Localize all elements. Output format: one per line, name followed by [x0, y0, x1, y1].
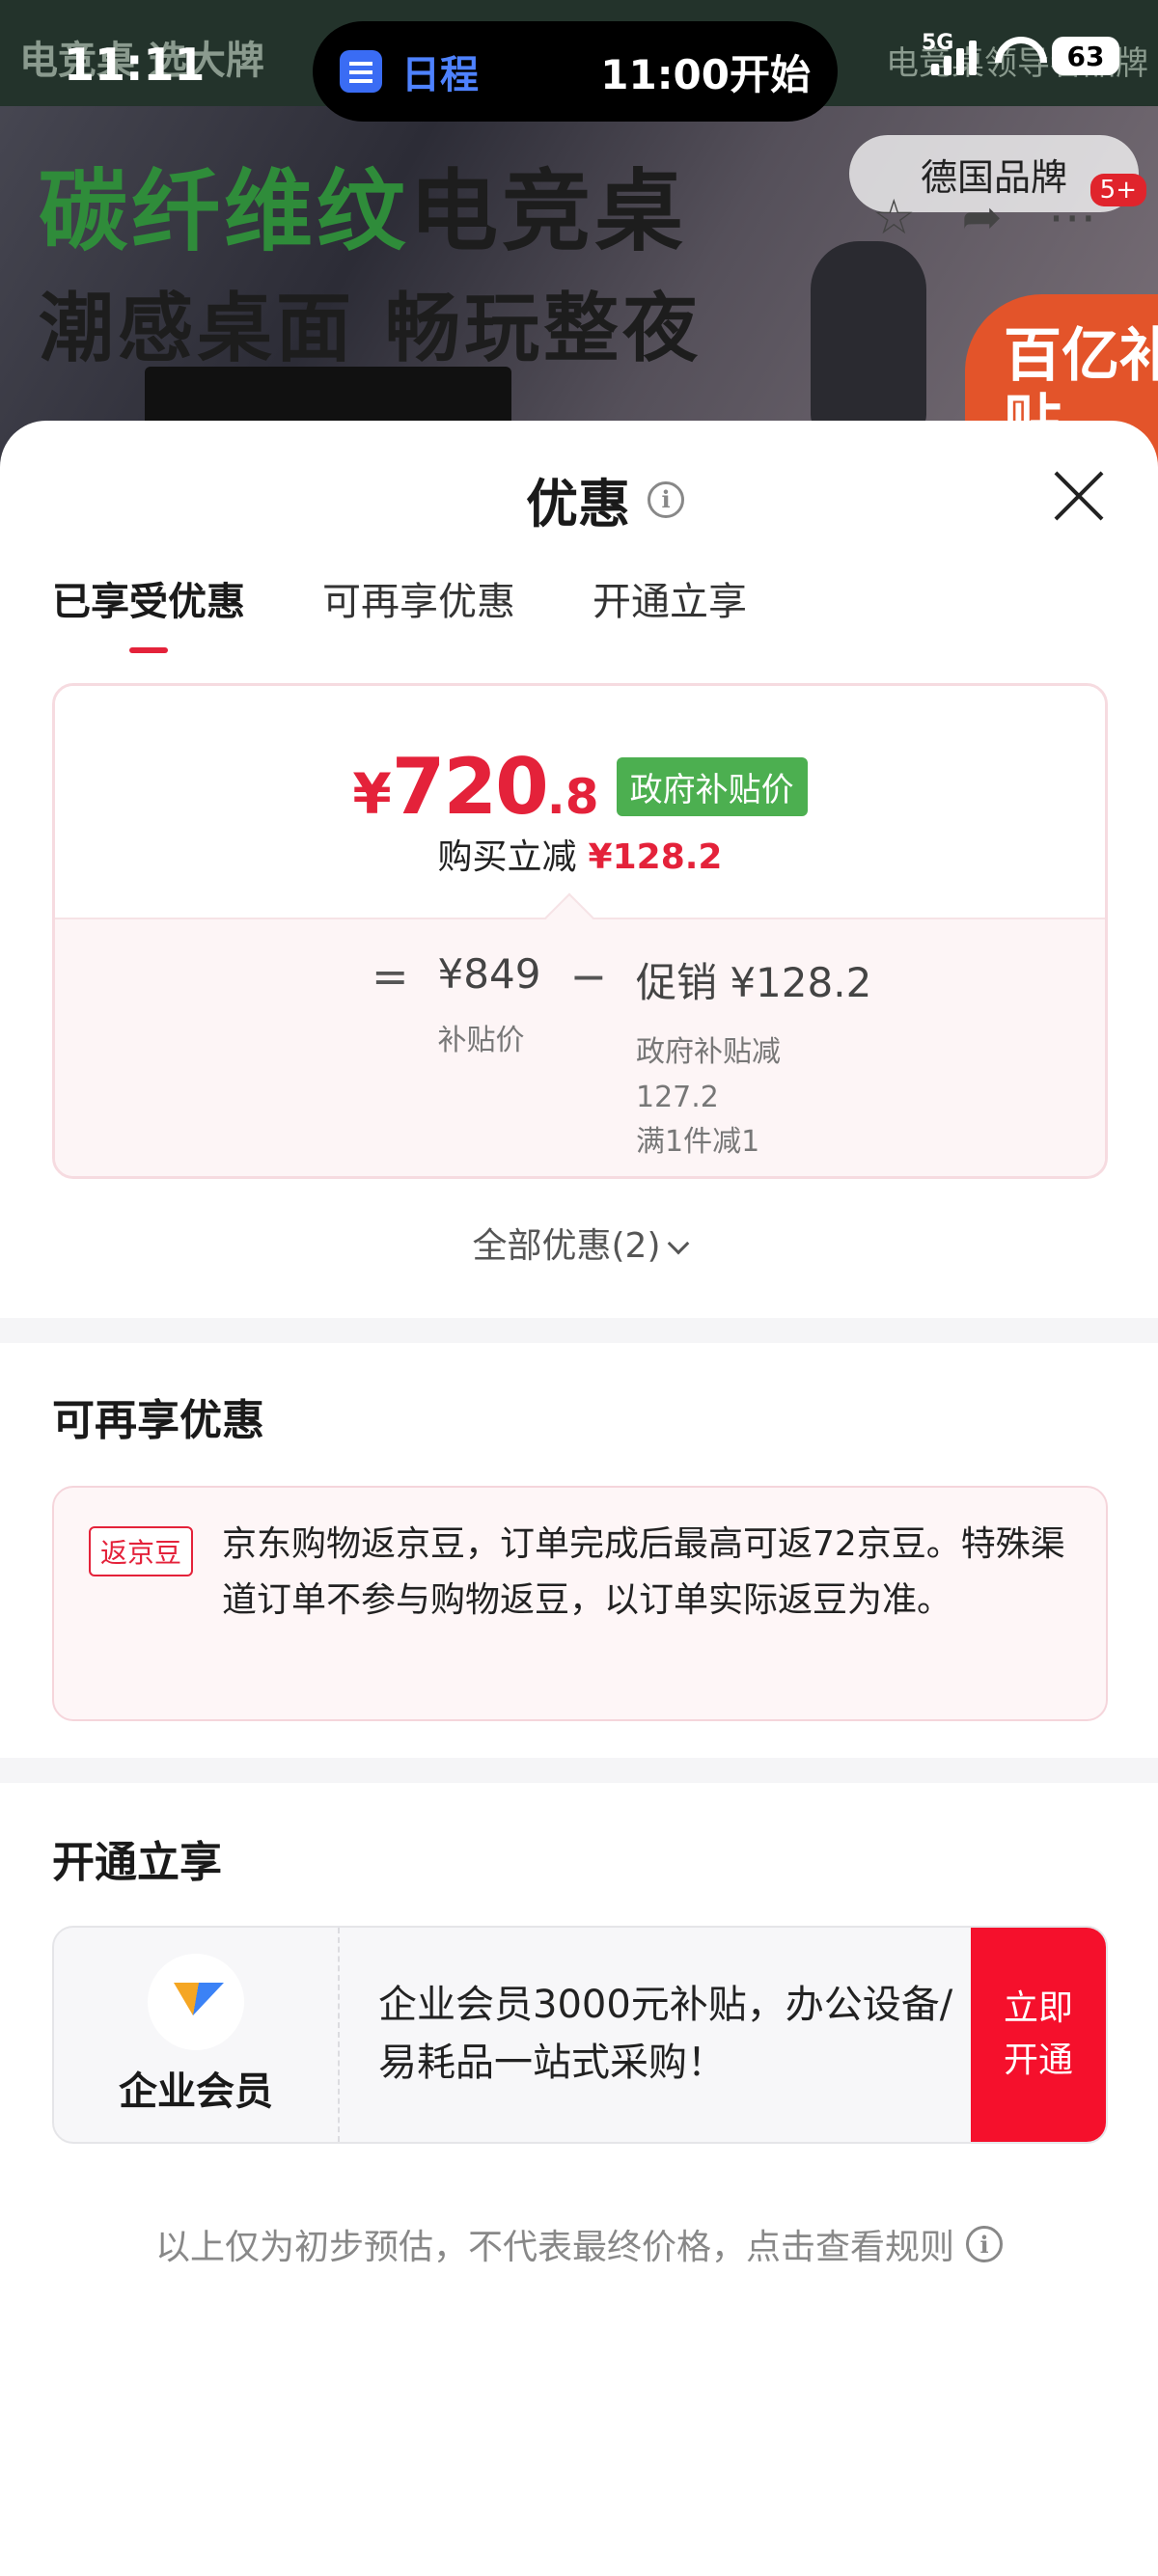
section-divider [0, 1318, 1158, 1343]
minus-sign: − [569, 950, 607, 1002]
member-description: 企业会员3000元补贴，办公设备/易耗品一站式采购！ [378, 1983, 953, 2085]
promo-term: 促销 ¥128.2 政府补贴减 127.2 满1件减1 [636, 950, 871, 1165]
banner-headline: 碳纤维纹电竞桌 [39, 140, 687, 268]
activate-button-line1: 立即 [1003, 1988, 1073, 2028]
instant-label: 购买立减 [437, 837, 577, 877]
base-price-label: 补贴价 [437, 1024, 525, 1057]
discount-sheet: 优惠 i 已享受优惠 可再享优惠 开通立享 ¥ 720 .8 政府补贴价 购买立… [0, 421, 1158, 2576]
price-summary: ¥ 720 .8 政府补贴价 购买立减 ¥128.2 [55, 686, 1105, 918]
enterprise-member-card[interactable]: 企业会员 企业会员3000元补贴，办公设备/易耗品一站式采购！ 立即 开通 [52, 1926, 1108, 2144]
promo-label-full-reduction: 满1件减1 [635, 1125, 760, 1159]
enterprise-logo-icon [148, 1954, 244, 2050]
banner-subline: 潮感桌面 畅玩整夜 [39, 286, 703, 372]
tab-bar: 已享受优惠 可再享优惠 开通立享 [52, 570, 747, 653]
island-label: 日程 [401, 53, 479, 97]
jd-bean-tag: 返京豆 [89, 1526, 194, 1576]
price-integer: 720 [391, 742, 549, 832]
base-price-value: ¥849 [437, 950, 541, 998]
info-icon[interactable]: i [648, 480, 684, 518]
base-price-term: ¥849 补贴价 [438, 950, 541, 1064]
jd-bean-card: 返京豆 京东购物返京豆，订单完成后最高可返72京豆。特殊渠道订单不参与购物返豆，… [52, 1486, 1108, 1721]
chevron-down-icon [667, 1232, 689, 1255]
tab-more-available[interactable]: 可再享优惠 [322, 570, 515, 653]
wifi-icon [990, 37, 1038, 75]
instant-discount: 购买立减 ¥128.2 [55, 829, 1105, 879]
gov-subsidy-tag: 政府补贴价 [616, 757, 808, 816]
member-name: 企业会员 [119, 2069, 273, 2114]
jd-bean-text: 京东购物返京豆，订单完成后最高可返72京豆。特殊渠道订单不参与购物返豆，以订单实… [222, 1524, 1065, 1621]
price-decimal: .8 [546, 769, 599, 825]
share-icon[interactable]: ➦ [961, 189, 1002, 245]
battery-icon: 63 [1052, 37, 1119, 75]
promo-value: 促销 ¥128.2 [635, 959, 872, 1006]
banner-actions: ☆ ➦ ⋯ [849, 174, 1119, 260]
price-breakdown: = ¥849 补贴价 − 促销 ¥128.2 政府补贴减 127.2 满1件减1 [55, 892, 1105, 1176]
cellular-signal-icon: 5G [922, 31, 977, 75]
banner-figure-image [811, 241, 926, 434]
all-deals-label: 全部优惠(2) [472, 1226, 661, 1266]
activate-button-label: 立即 开通 [1004, 1983, 1073, 2087]
status-time: 11:11 [64, 39, 206, 91]
price-formula: = ¥849 补贴价 − 促销 ¥128.2 政府补贴减 127.2 满1件减1 [343, 950, 871, 1165]
banner-headline-green: 碳纤维纹 [39, 160, 410, 263]
member-brand: 企业会员 [54, 1928, 340, 2142]
activate-button-line2: 开通 [1003, 2041, 1073, 2080]
currency-symbol: ¥ [352, 761, 392, 827]
more-icon[interactable]: ⋯ [1048, 189, 1096, 245]
instant-amount: ¥128.2 [588, 837, 723, 877]
promo-label-gov-amount: 127.2 [635, 1080, 719, 1114]
rules-note[interactable]: 以上仅为初步预估，不代表最终价格，点击查看规则 i [0, 2219, 1158, 2269]
banner-headline-dark: 电竞桌 [409, 160, 688, 263]
promo-labels: 政府补贴减 127.2 满1件减1 [636, 1030, 871, 1165]
final-price: ¥ 720 .8 政府补贴价 [55, 742, 1105, 832]
sheet-title: 优惠 [526, 474, 630, 534]
close-icon[interactable] [1050, 467, 1108, 525]
calendar-icon [340, 50, 382, 93]
tab-activate[interactable]: 开通立享 [593, 570, 747, 653]
dynamic-island[interactable]: 日程 11:00开始 [313, 21, 838, 122]
section-divider [0, 1758, 1158, 1783]
equals-sign: = [372, 950, 409, 1002]
activate-now-button[interactable]: 立即 开通 [971, 1928, 1106, 2142]
island-time: 11:00开始 [600, 50, 811, 98]
more-deals-title: 可再享优惠 [52, 1396, 264, 1445]
info-icon: i [966, 2226, 1003, 2262]
promo-label-gov: 政府补贴减 [635, 1035, 781, 1069]
network-type: 5G [922, 31, 954, 55]
status-indicators: 5G 63 [922, 31, 1119, 75]
price-card: ¥ 720 .8 政府补贴价 购买立减 ¥128.2 = ¥849 补贴价 − 促… [52, 683, 1108, 1179]
sheet-title-group: 优惠 i [526, 461, 684, 537]
tab-enjoyed[interactable]: 已享受优惠 [52, 570, 245, 653]
all-deals-toggle[interactable]: 全部优惠(2) [0, 1218, 1158, 1268]
activate-title: 开通立享 [52, 1838, 222, 1887]
rules-note-text: 以上仅为初步预估，不代表最终价格，点击查看规则 [154, 2228, 954, 2267]
cart-badge: 5+ [1089, 174, 1146, 206]
star-icon[interactable]: ☆ [872, 189, 916, 245]
